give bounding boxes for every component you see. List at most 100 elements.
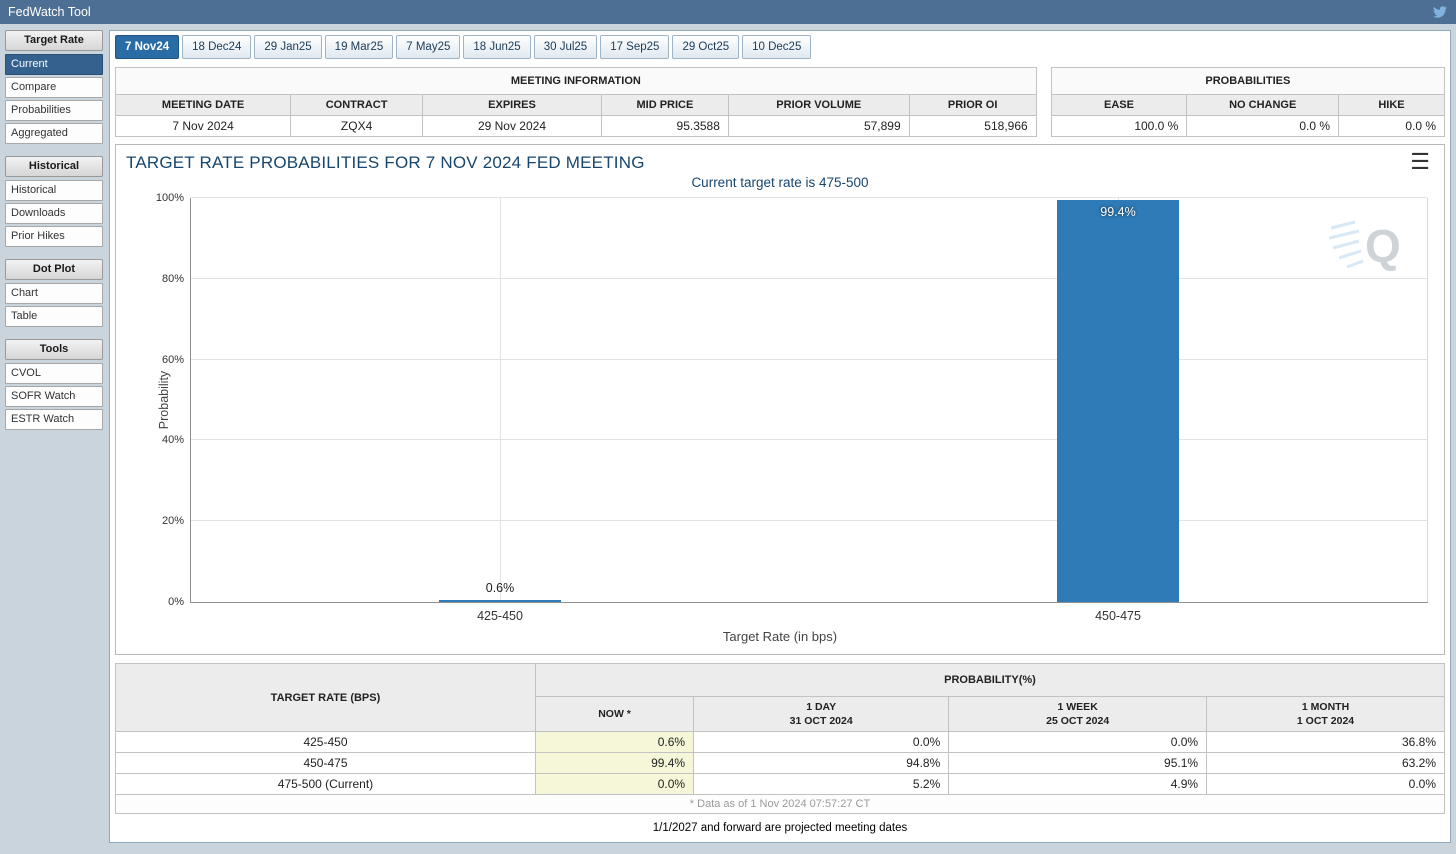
tab-19mar25[interactable]: 19 Mar25 xyxy=(324,35,394,59)
sub-header-1week-line2: 25 OCT 2024 xyxy=(1046,715,1110,727)
col-header-contract: CONTRACT xyxy=(290,94,424,116)
now-cell: 99.4% xyxy=(534,752,695,774)
sub-header-1month-line2: 1 OCT 2024 xyxy=(1296,715,1355,727)
ytick-40: 40% xyxy=(161,434,184,447)
ytick-100: 100% xyxy=(155,192,184,204)
ease-value: 100.0 % xyxy=(1050,115,1188,137)
sidebar-item-compare[interactable]: Compare xyxy=(5,77,103,98)
rate-cell: 475-500 (Current) xyxy=(115,773,536,795)
quikstrike-watermark-icon: Q xyxy=(1329,220,1401,272)
probability-group-header: PROBABILITY(%) xyxy=(534,663,1446,697)
sidebar-item-estr-watch[interactable]: ESTR Watch xyxy=(5,409,103,430)
week-cell: 4.9% xyxy=(948,773,1208,795)
mid-price-value: 95.3588 xyxy=(600,115,729,137)
sub-header-1day: 1 DAY 31 OCT 2024 xyxy=(693,696,950,732)
sidebar-item-historical[interactable]: Historical xyxy=(5,180,103,201)
sidebar-header-target-rate: Target Rate xyxy=(5,30,103,51)
col-header-meeting-date: MEETING DATE xyxy=(114,94,292,116)
sidebar-item-cvol[interactable]: CVOL xyxy=(5,363,103,384)
chart-subtitle: Current target rate is 475-500 xyxy=(691,175,869,190)
sub-header-1day-line1: 1 DAY xyxy=(806,700,837,713)
tab-10dec25[interactable]: 10 Dec25 xyxy=(742,35,812,59)
sidebar-header-dot-plot: Dot Plot xyxy=(5,259,103,280)
table-row: 475-500 (Current) 0.0% 5.2% 4.9% 0.0% xyxy=(115,773,1445,795)
table-row: 425-450 0.6% 0.0% 0.0% 36.8% xyxy=(115,731,1445,753)
sub-header-1week-line1: 1 WEEK xyxy=(1057,700,1098,713)
col-header-hike: HIKE xyxy=(1338,94,1445,116)
sidebar-item-downloads[interactable]: Downloads xyxy=(5,203,103,224)
col-header-no-change: NO CHANGE xyxy=(1186,94,1339,116)
twitter-icon[interactable] xyxy=(1432,5,1448,19)
month-cell: 36.8% xyxy=(1206,731,1445,753)
probabilities-title: PROBABILITIES xyxy=(1050,67,1446,95)
bar-450-475: 99.4% xyxy=(1057,200,1179,602)
tab-30jul25[interactable]: 30 Jul25 xyxy=(533,35,598,59)
sidebar-item-chart[interactable]: Chart xyxy=(5,283,103,304)
chart-menu-icon[interactable]: ☰ xyxy=(1406,151,1434,173)
tab-18jun25[interactable]: 18 Jun25 xyxy=(463,35,531,59)
expires-value: 29 Nov 2024 xyxy=(422,115,602,137)
day-cell: 94.8% xyxy=(693,752,950,774)
sidebar: Target Rate Current Compare Probabilitie… xyxy=(5,30,103,843)
sub-header-1month-line1: 1 MONTH xyxy=(1301,700,1350,713)
x-axis-label: Target Rate (in bps) xyxy=(722,629,838,644)
ytick-20: 20% xyxy=(161,515,184,528)
probability-table: TARGET RATE (BPS) PROBABILITY(%) NOW * 1… xyxy=(115,663,1446,814)
bar-425-450 xyxy=(439,599,561,602)
tab-7may25[interactable]: 7 May25 xyxy=(396,35,461,59)
projected-dates-note: 1/1/2027 and forward are projected meeti… xyxy=(652,822,908,834)
sidebar-item-sofr-watch[interactable]: SOFR Watch xyxy=(5,386,103,407)
meeting-date-value: 7 Nov 2024 xyxy=(114,115,292,137)
col-header-prior-oi: PRIOR OI xyxy=(908,94,1037,116)
meeting-info-title: MEETING INFORMATION xyxy=(115,67,1037,95)
y-axis-label: Probability xyxy=(157,370,172,430)
svg-text:Q: Q xyxy=(1365,220,1401,272)
sidebar-item-current[interactable]: Current xyxy=(5,54,103,75)
gridline-h-100 xyxy=(191,197,1427,198)
day-cell: 0.0% xyxy=(693,731,950,753)
tab-18dec24[interactable]: 18 Dec24 xyxy=(182,35,252,59)
tab-29jan25[interactable]: 29 Jan25 xyxy=(254,35,322,59)
month-cell: 63.2% xyxy=(1206,752,1445,774)
sidebar-item-prior-hikes[interactable]: Prior Hikes xyxy=(5,226,103,247)
sub-header-now: NOW * xyxy=(534,696,695,732)
sub-header-1week: 1 WEEK 25 OCT 2024 xyxy=(948,696,1208,732)
sidebar-item-aggregated[interactable]: Aggregated xyxy=(5,123,103,144)
week-cell: 95.1% xyxy=(948,752,1208,774)
app-title: FedWatch Tool xyxy=(8,5,91,19)
gridline-h-20 xyxy=(191,520,1427,522)
meeting-information-table: MEETING INFORMATION MEETING DATE CONTRAC… xyxy=(114,67,1037,137)
gridline-v-cat1 xyxy=(500,198,501,602)
sidebar-header-historical: Historical xyxy=(5,156,103,177)
probabilities-summary-table: PROBABILITIES EASE NO CHANGE HIKE 100.0 … xyxy=(1050,67,1446,137)
col-header-prior-volume: PRIOR VOLUME xyxy=(727,94,910,116)
col-header-mid-price: MID PRICE xyxy=(600,94,729,116)
main-panel: 7 Nov24 18 Dec24 29 Jan25 19 Mar25 7 May… xyxy=(109,30,1451,843)
week-cell: 0.0% xyxy=(948,731,1208,753)
gridline-h-60 xyxy=(191,358,1427,360)
contract-value: ZQX4 xyxy=(290,115,424,137)
sub-header-1day-line2: 31 OCT 2024 xyxy=(789,715,853,727)
prior-volume-value: 57,899 xyxy=(727,115,910,137)
ytick-0: 0% xyxy=(168,596,184,608)
gridline-h-40 xyxy=(191,439,1427,441)
ytick-60: 60% xyxy=(161,353,184,366)
no-change-value: 0.0 % xyxy=(1186,115,1339,137)
sidebar-item-probabilities[interactable]: Probabilities xyxy=(5,100,103,121)
app-title-bar: FedWatch Tool xyxy=(0,0,1456,24)
plot-area: 0% 20% 40% 60% 80% 100% Probability 0.6%… xyxy=(156,192,1428,623)
now-cell: 0.0% xyxy=(534,773,695,795)
sidebar-item-table[interactable]: Table xyxy=(5,306,103,327)
sub-header-now-line1: NOW * xyxy=(598,707,631,720)
gridline-h-80 xyxy=(191,277,1427,279)
probability-bar-chart: TARGET RATE PROBABILITIES FOR 7 NOV 2024… xyxy=(115,144,1445,655)
prior-oi-value: 518,966 xyxy=(908,115,1037,137)
data-asof-footnote: * Data as of 1 Nov 2024 07:57:27 CT xyxy=(115,794,1445,814)
sub-header-1month: 1 MONTH 1 OCT 2024 xyxy=(1206,696,1445,732)
tab-17sep25[interactable]: 17 Sep25 xyxy=(600,35,670,59)
table-row: 450-475 99.4% 94.8% 95.1% 63.2% xyxy=(115,752,1445,774)
tab-29oct25[interactable]: 29 Oct25 xyxy=(672,35,740,59)
rate-cell: 425-450 xyxy=(115,731,536,753)
bar-label-1: 99.4% xyxy=(1100,205,1136,220)
tab-7nov24[interactable]: 7 Nov24 xyxy=(115,35,180,59)
